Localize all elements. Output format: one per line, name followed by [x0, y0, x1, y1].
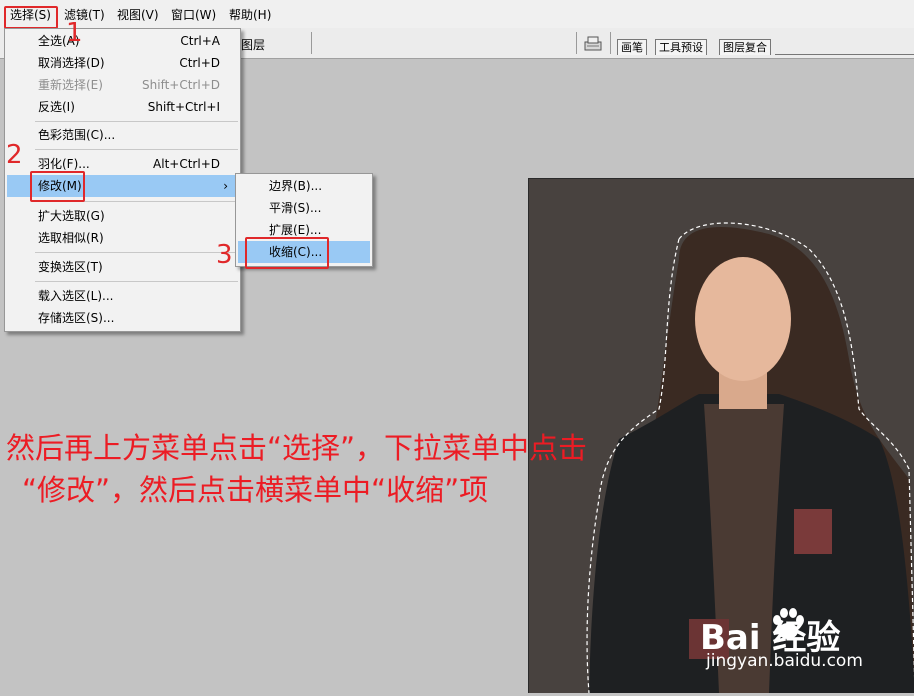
- highlight-box-contract: [245, 237, 329, 269]
- tab-tool-presets[interactable]: 工具预设: [655, 39, 707, 55]
- tab-baseline: [775, 54, 914, 55]
- highlight-box-modify: [30, 171, 85, 202]
- toolbar-divider: [311, 32, 312, 54]
- menu-separator: [35, 121, 238, 122]
- watermark-url: jingyan.baidu.com: [706, 651, 863, 671]
- menu-item-inverse[interactable]: 反选(I) Shift+Ctrl+I: [5, 96, 240, 118]
- menu-window[interactable]: 窗口(W): [171, 7, 216, 23]
- submenu-item-smooth[interactable]: 平滑(S)...: [236, 197, 372, 219]
- menu-item-similar[interactable]: 选取相似(R): [5, 227, 240, 249]
- step-number-1: 1: [66, 18, 83, 48]
- toolbar-divider: [576, 32, 577, 54]
- menu-separator: [35, 149, 238, 150]
- paw-icon: [768, 604, 808, 644]
- menu-view[interactable]: 视图(V): [117, 7, 159, 23]
- step-number-3: 3: [216, 240, 233, 270]
- menu-bar: 选择(S) 滤镜(T) 视图(V) 窗口(W) 帮助(H): [0, 0, 914, 29]
- menu-item-load-selection[interactable]: 载入选区(L)...: [5, 285, 240, 307]
- layer-option-label[interactable]: 图层: [241, 36, 265, 53]
- tab-brushes[interactable]: 画笔: [617, 39, 647, 55]
- menu-item-grow[interactable]: 扩大选取(G): [5, 205, 240, 227]
- menu-item-reselect: 重新选择(E) Shift+Ctrl+D: [38, 78, 220, 92]
- menu-item-save-selection[interactable]: 存储选区(S)...: [5, 307, 240, 329]
- menu-item-color-range[interactable]: 色彩范围(C)...: [5, 124, 240, 146]
- tab-layer-comps[interactable]: 图层复合: [719, 39, 771, 55]
- toolbar-divider: [610, 32, 611, 54]
- instruction-caption-line1: 然后再上方菜单点击“选择”，下拉菜单中点击: [6, 431, 588, 465]
- instruction-caption-line2: “修改”，然后点击横菜单中“收缩”项: [22, 473, 489, 507]
- menu-help[interactable]: 帮助(H): [229, 7, 271, 23]
- submenu-item-border[interactable]: 边界(B)...: [236, 175, 372, 197]
- menu-separator: [35, 281, 238, 282]
- step-number-2: 2: [6, 140, 23, 170]
- menu-separator: [35, 252, 238, 253]
- menu-item-transform-selection[interactable]: 变换选区(T): [5, 256, 240, 278]
- menu-item-deselect[interactable]: 取消选择(D) Ctrl+D: [5, 52, 240, 74]
- highlight-box-select: [4, 6, 58, 29]
- submenu-arrow-icon: ›: [223, 179, 228, 193]
- menu-item-select-all[interactable]: 全选(A) Ctrl+A: [5, 30, 240, 52]
- palette-well-icon[interactable]: [583, 34, 603, 52]
